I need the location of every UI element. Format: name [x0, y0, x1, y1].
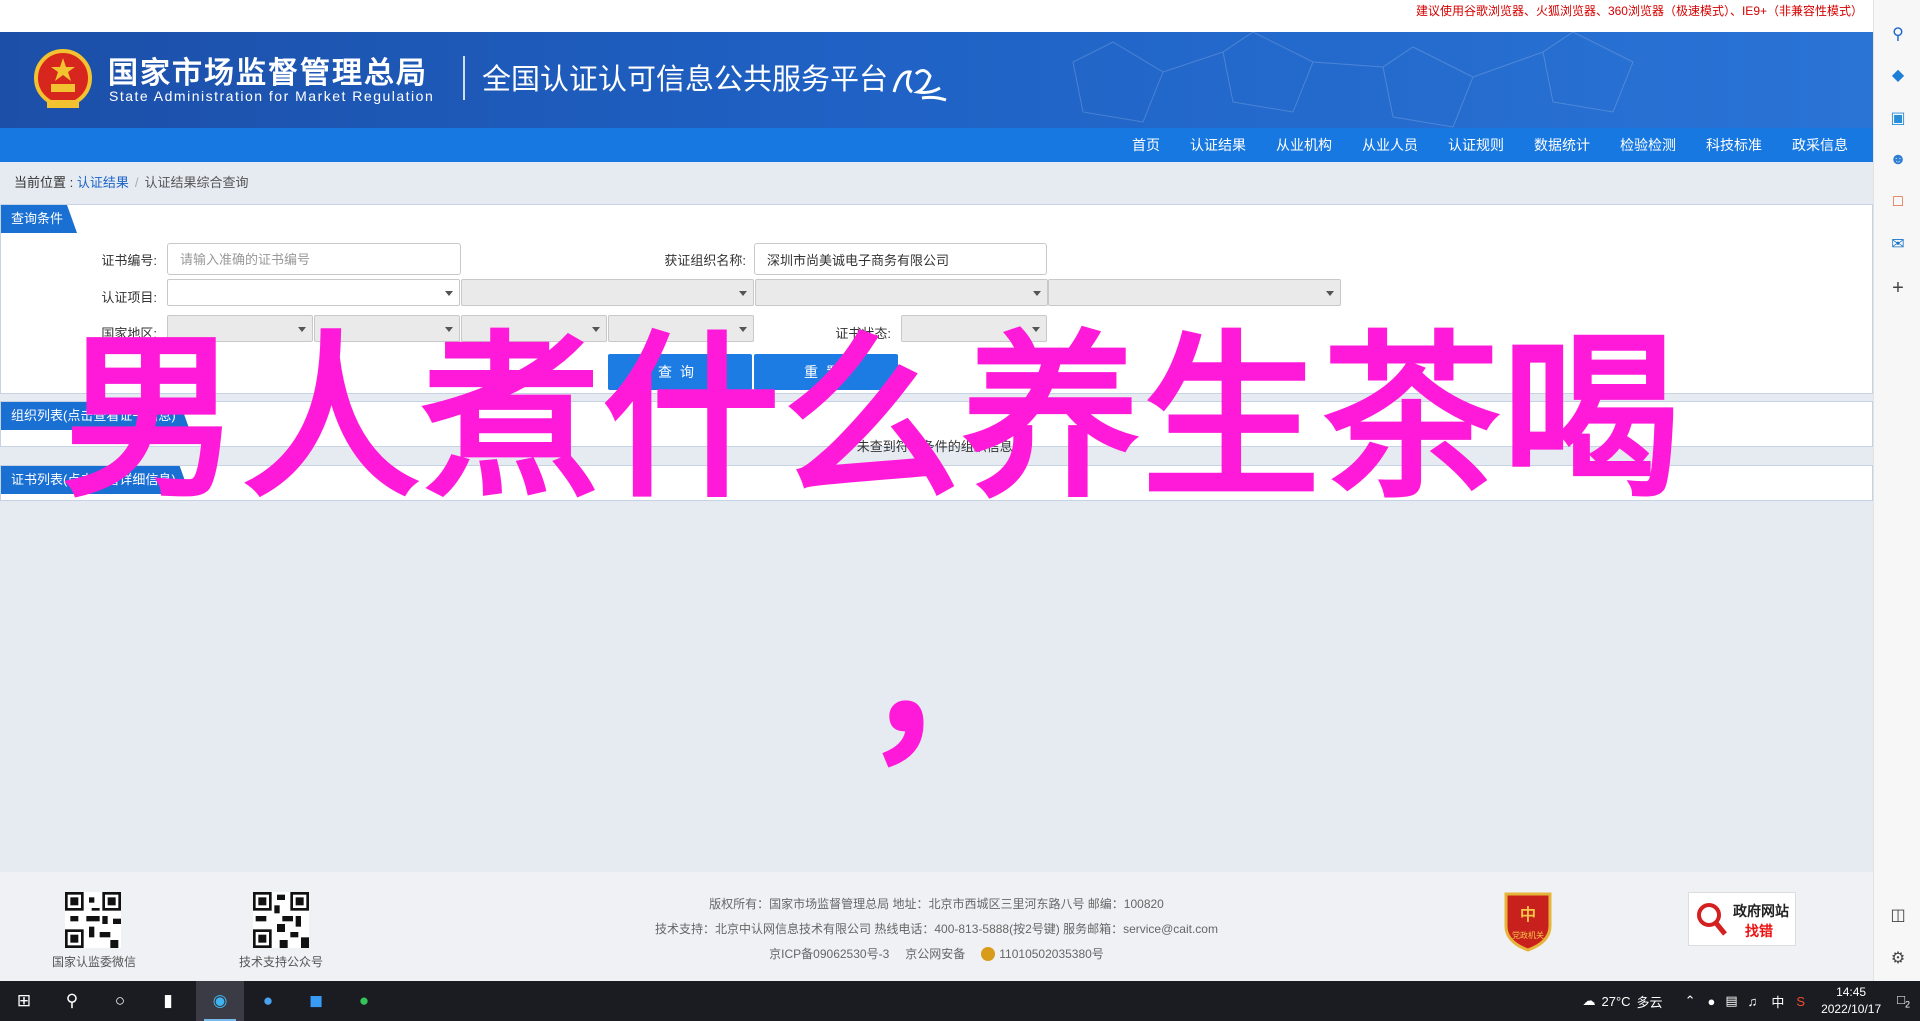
nav-item-2[interactable]: 从业机构 [1261, 128, 1347, 162]
browser-notice: 建议使用谷歌浏览器、火狐浏览器、360浏览器（极速模式）、IE9+（非兼容性模式… [0, 0, 1873, 32]
main-nav: 首页 认证结果 从业机构 从业人员 认证规则 数据统计 检验检测 科技标准 政采信息 [0, 128, 1873, 162]
national-emblem-icon [34, 49, 92, 108]
project-select-3[interactable] [755, 279, 1048, 306]
certification-logo-icon [892, 69, 947, 102]
site-header: 国家市场监督管理总局 State Administration for Mark… [0, 32, 1873, 128]
input-method-indicator[interactable]: 中 [1771, 992, 1784, 1011]
chevron-down-icon [445, 291, 453, 296]
gov-badge-title: 政府网站 [1733, 903, 1789, 919]
weather-desc[interactable]: 多云 [1637, 992, 1663, 1011]
query-panel-tab: 查询条件 [1, 205, 77, 233]
footer-police-no[interactable]: 11010502035380号 [999, 947, 1104, 961]
office-icon[interactable]: □ [1888, 192, 1908, 212]
footer-support: 技术支持：北京中认网信息技术有限公司 热线电话：400-813-5888(按2号… [655, 922, 1218, 936]
breadcrumb-link-results[interactable]: 认证结果 [77, 175, 129, 190]
header-pattern [1072, 32, 1634, 128]
overlay-headline: 男人煮什么养生茶喝 [62, 315, 1682, 522]
party-badge-label: 党政机关 [1512, 930, 1544, 940]
cortana-icon[interactable]: ○ [96, 981, 144, 1021]
footer-police: 京公网安备 [905, 947, 966, 961]
browser-page: 建议使用谷歌浏览器、火狐浏览器、360浏览器（极速模式）、IE9+（非兼容性模式… [0, 0, 1873, 981]
plus-icon[interactable]: + [1888, 277, 1908, 299]
breadcrumb: 当前位置 : 认证结果 / 认证结果综合查询 [14, 172, 249, 191]
header-divider [463, 56, 465, 100]
tray-app-icon[interactable]: ● [1707, 994, 1715, 1009]
footer-icp-line: 京ICP备09062530号-3 京公网安备 11010502035380号 [0, 942, 1873, 967]
magnifier-icon [1697, 903, 1727, 936]
search-icon[interactable]: ⚲ [1888, 24, 1908, 44]
nav-item-6[interactable]: 检验检测 [1605, 128, 1691, 162]
weather-temp[interactable]: 27°C [1602, 994, 1631, 1009]
org-name-input[interactable] [754, 243, 1047, 275]
org-name-label: 获证组织名称: [664, 253, 746, 268]
site-footer: 国家认监委微信 技术支持公众号 版权所有：国家市场监督管理总局 地址：北京市西城… [0, 872, 1873, 981]
platform-title: 全国认证认可信息公共服务平台 [482, 62, 889, 96]
network-icon[interactable]: ▤ [1725, 993, 1737, 1009]
breadcrumb-prefix: 当前位置 : [14, 175, 77, 190]
chevron-down-icon [739, 291, 747, 296]
sogou-icon[interactable]: S [1796, 994, 1805, 1009]
agency-name-en: State Administration for Market Regulati… [109, 88, 435, 104]
agency-name-cn: 国家市场监督管理总局 [108, 56, 428, 91]
task-view-icon[interactable]: ▮ [144, 981, 192, 1021]
clock-date: 2022/10/17 [1821, 1002, 1882, 1016]
nav-item-8[interactable]: 政采信息 [1777, 128, 1863, 162]
nav-item-1[interactable]: 认证结果 [1175, 128, 1261, 162]
nav-item-4[interactable]: 认证规则 [1433, 128, 1519, 162]
nav-item-5[interactable]: 数据统计 [1519, 128, 1605, 162]
footer-icp[interactable]: 京ICP备09062530号-3 [769, 947, 889, 961]
cert-no-input[interactable] [167, 243, 461, 275]
tray-expand-icon[interactable]: ⌃ [1685, 993, 1696, 1009]
police-badge-icon [981, 947, 996, 961]
gov-badge-action: 找错 [1745, 923, 1773, 939]
nav-item-3[interactable]: 从业人员 [1347, 128, 1433, 162]
cert-no-label: 证书编号: [101, 253, 157, 268]
notification-icon[interactable]: □2 [1897, 992, 1910, 1010]
project-select-4[interactable] [1048, 279, 1341, 306]
party-government-badge-icon[interactable]: 中 党政机关 [1502, 890, 1554, 952]
edge-browser-icon[interactable]: ◉ [196, 981, 244, 1021]
nav-item-0[interactable]: 首页 [1117, 128, 1175, 162]
footer-info: 版权所有：国家市场监督管理总局 地址：北京市西城区三里河东路八号 邮编：1008… [0, 892, 1873, 967]
briefcase-icon[interactable]: ▣ [1888, 108, 1908, 128]
svg-text:中: 中 [1520, 905, 1536, 924]
overlay-comma: ， [862, 580, 1040, 787]
gov-website-report-badge[interactable]: 政府网站 找错 [1688, 892, 1796, 946]
breadcrumb-current: 认证结果综合查询 [144, 175, 249, 190]
system-tray: ☁ 27°C 多云 ⌃ ● ▤ ♫ 中 S 14:45 2022/10/17 □… [1583, 981, 1920, 1021]
app-icon-3[interactable]: ◼ [292, 981, 340, 1021]
outlook-icon[interactable]: ✉ [1888, 234, 1908, 254]
project-select-2[interactable] [461, 279, 754, 306]
volume-icon[interactable]: ♫ [1748, 994, 1758, 1009]
nav-item-7[interactable]: 科技标准 [1691, 128, 1777, 162]
breadcrumb-separator: / [134, 175, 139, 190]
tag-icon[interactable]: ◆ [1888, 65, 1908, 85]
sidebar-toggle-icon[interactable]: ◫ [1888, 905, 1908, 925]
chevron-down-icon [1033, 291, 1041, 296]
taskbar-clock[interactable]: 14:45 2022/10/17 [1821, 984, 1881, 1018]
people-icon[interactable]: ☻ [1888, 150, 1908, 170]
windows-taskbar: ⊞ ⚲ ○ ▮ ◉ ● ◼ ● ☁ 27°C 多云 ⌃ ● ▤ ♫ 中 S 14… [0, 981, 1920, 1021]
clock-time: 14:45 [1836, 985, 1867, 999]
notification-count: 2 [1904, 999, 1910, 1010]
gear-icon[interactable]: ⚙ [1888, 948, 1908, 968]
project-label: 认证项目: [101, 290, 157, 305]
wechat-icon[interactable]: ● [340, 981, 388, 1021]
windows-start-icon[interactable]: ⊞ [0, 981, 48, 1021]
app-icon-2[interactable]: ● [244, 981, 292, 1021]
chevron-down-icon [1326, 291, 1334, 296]
browser-side-rail: ⚲ ◆ ▣ ☻ □ ✉ + ◫ ⚙ [1873, 0, 1920, 981]
weather-icon: ☁ [1582, 993, 1596, 1008]
taskbar-search-icon[interactable]: ⚲ [48, 981, 96, 1021]
footer-copyright: 版权所有：国家市场监督管理总局 地址：北京市西城区三里河东路八号 邮编：1008… [709, 897, 1164, 911]
project-select-1[interactable] [167, 279, 460, 306]
